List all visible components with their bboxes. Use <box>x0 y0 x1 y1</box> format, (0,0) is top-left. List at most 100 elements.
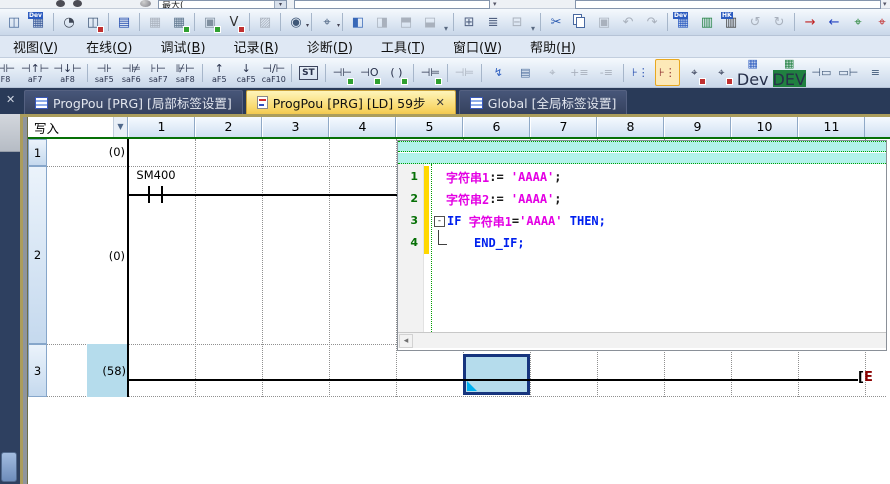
paste-icon[interactable]: ▣ <box>593 12 615 33</box>
dock-splitter[interactable] <box>0 114 20 152</box>
contact-device-label[interactable]: SM400 <box>130 168 182 182</box>
contact-symbol[interactable] <box>148 186 150 203</box>
menu-H[interactable]: 帮助(H) <box>521 36 585 57</box>
window-dim-3-icon[interactable]: ⬓ <box>419 12 441 33</box>
window-zoom-icon[interactable]: ◧ <box>347 12 369 33</box>
write-to-plc-icon[interactable]: → <box>799 12 821 33</box>
branch-saf5[interactable]: ⊣⊦saF5 <box>92 59 117 86</box>
chevron-down-icon[interactable]: ▾ <box>274 1 286 9</box>
chevron-down-icon[interactable]: ▼ <box>113 117 127 137</box>
draw-rising-af7[interactable]: ⊣↑⊢aF7 <box>20 59 50 86</box>
close-icon[interactable]: ✕ <box>6 93 15 106</box>
toolbar-overflow-icon[interactable]: ▾ <box>493 0 497 8</box>
rung-del-caf10[interactable]: ⊣∕⊢caF10 <box>261 59 287 86</box>
inline-st-box-button[interactable]: ST <box>296 59 321 86</box>
undo-icon[interactable]: ↶ <box>617 12 639 33</box>
menu-D[interactable]: 诊断(D) <box>298 36 362 57</box>
collapsed-panel-handle[interactable] <box>1 452 17 482</box>
toolbar-circle-icon[interactable] <box>56 0 65 7</box>
align-statement-button[interactable]: ≡ <box>863 59 888 86</box>
table-dim-icon[interactable]: ▦ <box>144 12 166 33</box>
row-number-cell[interactable]: 2 <box>28 166 47 344</box>
menu-W[interactable]: 窗口(W) <box>444 36 511 57</box>
menu-B[interactable]: 调试(B) <box>151 36 214 57</box>
edit-open-branch-button[interactable]: ⊣O <box>357 59 382 86</box>
st-code-area[interactable]: 1234 字符串1:= 'AAAA';字符串2:= 'AAAA';-IF 字符串… <box>398 164 886 332</box>
st-code-line[interactable]: -IF 字符串1='AAAA' THEN; <box>434 210 886 232</box>
menu-V[interactable]: 视图(V) <box>4 36 67 57</box>
replace-dim-1-icon[interactable]: ↺ <box>744 12 766 33</box>
find-instruction-icon[interactable]: ▥ <box>696 12 718 33</box>
vline-af5[interactable]: ↑aF5 <box>207 59 232 86</box>
edit-contact-button[interactable]: ⊣⊢ <box>330 59 355 86</box>
device-test-icon[interactable]: V <box>223 12 245 33</box>
toolbar-overflow-icon[interactable]: ▾ <box>883 0 887 8</box>
device-in-button[interactable]: ⊣▭ <box>809 59 834 86</box>
list-view-icon[interactable]: ≣ <box>482 12 504 33</box>
ladder-canvas[interactable]: SM400 1(0)2(0)3(58) 1234 <box>28 139 890 482</box>
read-from-plc-icon[interactable]: ← <box>823 12 845 33</box>
st-code-lines[interactable]: 字符串1:= 'AAAA';字符串2:= 'AAAA';-IF 字符串1='AA… <box>424 164 886 332</box>
draw-contact-f8[interactable]: ⊣⊢F8 <box>0 59 18 86</box>
redo-icon[interactable]: ↷ <box>641 12 663 33</box>
tab-0[interactable]: ProgPou [PRG] [局部标签设置] <box>24 90 243 114</box>
close-icon[interactable]: ✕ <box>436 96 445 109</box>
branch-saf6[interactable]: ⊣⊭saF6 <box>119 59 144 86</box>
vline-del-caf5[interactable]: ↓caF5 <box>234 59 259 86</box>
plc-unit-icon[interactable]: ⊞ <box>458 12 480 33</box>
menu-T[interactable]: 工具(T) <box>372 36 434 57</box>
menu-R[interactable]: 记录(R) <box>225 36 288 57</box>
dev-monitor-icon[interactable]: ▦Dev <box>27 12 49 33</box>
tree-display-button[interactable]: ⊦⋮ <box>628 59 653 86</box>
st-box-header-row-2[interactable] <box>398 153 886 164</box>
rung-wire[interactable] <box>128 379 858 381</box>
delete-row-dim-button[interactable]: -≡ <box>594 59 619 86</box>
st-inline-box[interactable]: 1234 字符串1:= 'AAAA';字符串2:= 'AAAA';-IF 字符串… <box>397 140 887 351</box>
convert-all-button[interactable]: ▤ <box>513 59 538 86</box>
branch-saf7[interactable]: ⊦⊢saF7 <box>146 59 171 86</box>
watch-eye-icon[interactable]: ◉▾ <box>285 12 307 33</box>
zoom-combobox[interactable]: 最大( ▾ <box>158 0 287 9</box>
convert-button[interactable]: ↯ <box>486 59 511 86</box>
find-replace-device-button[interactable]: ⌖ <box>682 59 707 86</box>
statement-dim-button[interactable]: ⊣⊨ <box>452 59 477 86</box>
insert-row-dim-button[interactable]: +≡ <box>567 59 592 86</box>
step-number-highlight[interactable]: (58) <box>87 344 128 397</box>
row-number-cell[interactable]: 1 <box>28 139 47 166</box>
watch-stopwatch-icon[interactable]: ◔ <box>58 12 80 33</box>
replace-dim-2-icon[interactable]: ↻ <box>768 12 790 33</box>
globe-icon[interactable] <box>140 0 151 7</box>
scroll-left-arrow-icon[interactable]: ◂ <box>399 334 413 348</box>
fold-collapse-icon[interactable]: - <box>434 216 445 227</box>
toolbar-overflow-icon[interactable]: ▾ <box>444 24 448 35</box>
st-box-header-row[interactable] <box>398 141 886 152</box>
monitor-window-icon[interactable]: ◫ <box>3 12 25 33</box>
rung-wire[interactable] <box>128 194 397 196</box>
st-code-line[interactable]: 字符串1:= 'AAAA'; <box>434 166 886 188</box>
top-input-field-2[interactable] <box>575 0 881 9</box>
toolbar-overflow-icon[interactable]: ▾ <box>531 24 535 35</box>
dev-find-button[interactable]: ▦Dev <box>736 59 770 86</box>
branch-saf8[interactable]: ⊮⊢saF8 <box>173 59 198 86</box>
row-number-cell[interactable]: 3 <box>28 344 47 397</box>
tree-display-2-button[interactable]: ⊦⋮ <box>655 59 680 86</box>
find-device-icon[interactable]: ▦Dev <box>672 12 694 33</box>
cut-icon[interactable]: ✂ <box>545 12 567 33</box>
window-dim-1-icon[interactable]: ◨ <box>371 12 393 33</box>
search-dim-button[interactable]: ⌖ <box>540 59 565 86</box>
verify-plc-icon[interactable]: ⌖ <box>847 12 869 33</box>
st-code-line[interactable]: 字符串2:= 'AAAA'; <box>434 188 886 210</box>
edit-rung-comment-button[interactable]: ⊣⊨ <box>418 59 443 86</box>
top-input-field[interactable] <box>294 0 490 9</box>
toolbar-circle-icon[interactable] <box>73 0 82 7</box>
parameter-list-icon[interactable]: ▤ <box>113 12 135 33</box>
find-replace-instruction-button[interactable]: ⌖ <box>709 59 734 86</box>
table-edit-icon[interactable]: ▦ <box>168 12 190 33</box>
mode-selector[interactable]: 写入 ▼ <box>28 117 128 137</box>
device-out-button[interactable]: ▭⊢ <box>836 59 861 86</box>
tab-2[interactable]: Global [全局标签设置] <box>459 90 628 114</box>
st-code-line[interactable]: END_IF; <box>434 232 886 254</box>
dev-jump-button[interactable]: ▦DEV <box>772 59 807 86</box>
copy-icon[interactable] <box>569 12 591 33</box>
selected-cell[interactable] <box>463 354 530 395</box>
